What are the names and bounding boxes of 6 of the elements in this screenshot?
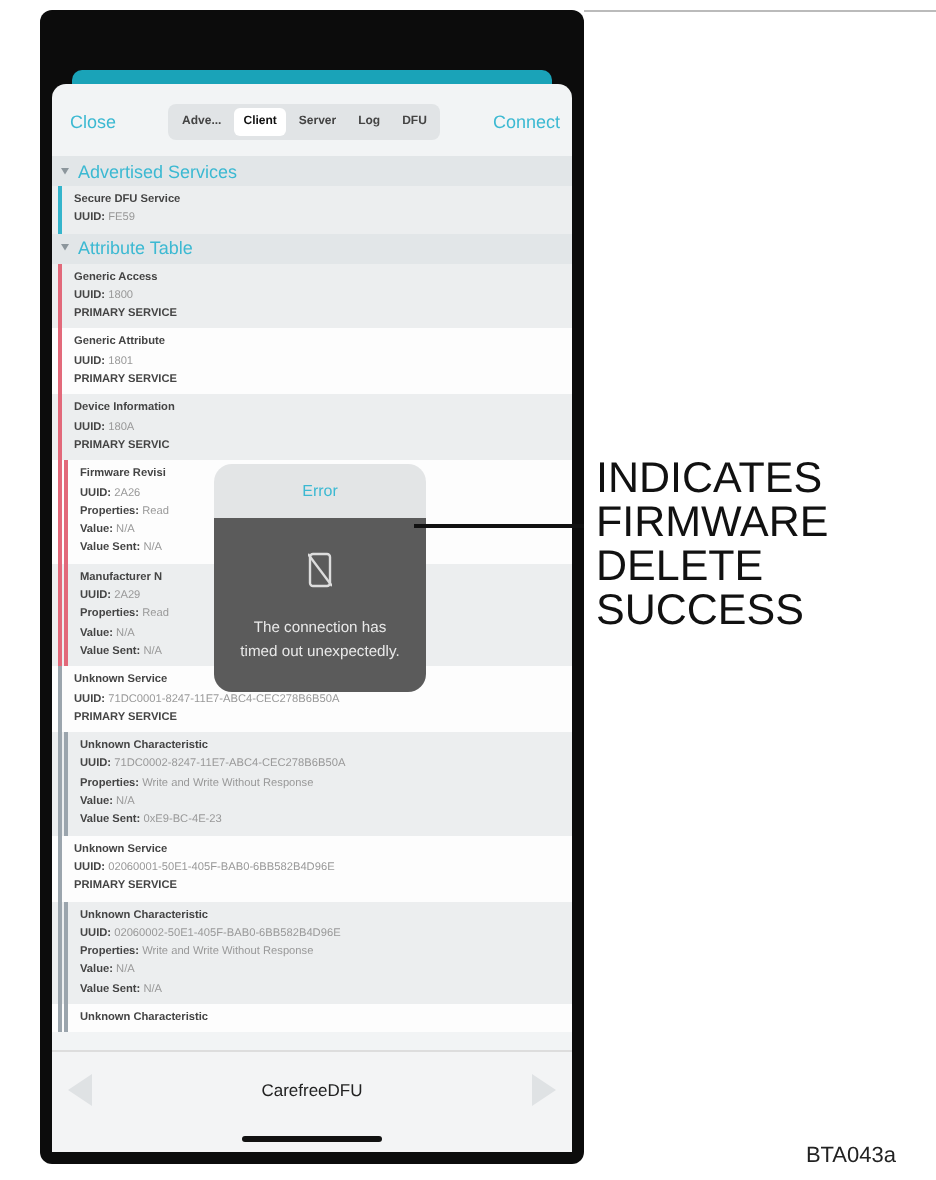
app-title: CarefreeDFU — [261, 1080, 363, 1100]
section-title: Attribute Table — [78, 238, 193, 259]
alert-title: Error — [214, 464, 426, 518]
figure-code: BTA043a — [805, 1144, 896, 1168]
callout-text: INDICATES FIRMWARE DELETE SUCCESS — [596, 456, 831, 632]
section-title: Advertised Services — [78, 161, 238, 181]
